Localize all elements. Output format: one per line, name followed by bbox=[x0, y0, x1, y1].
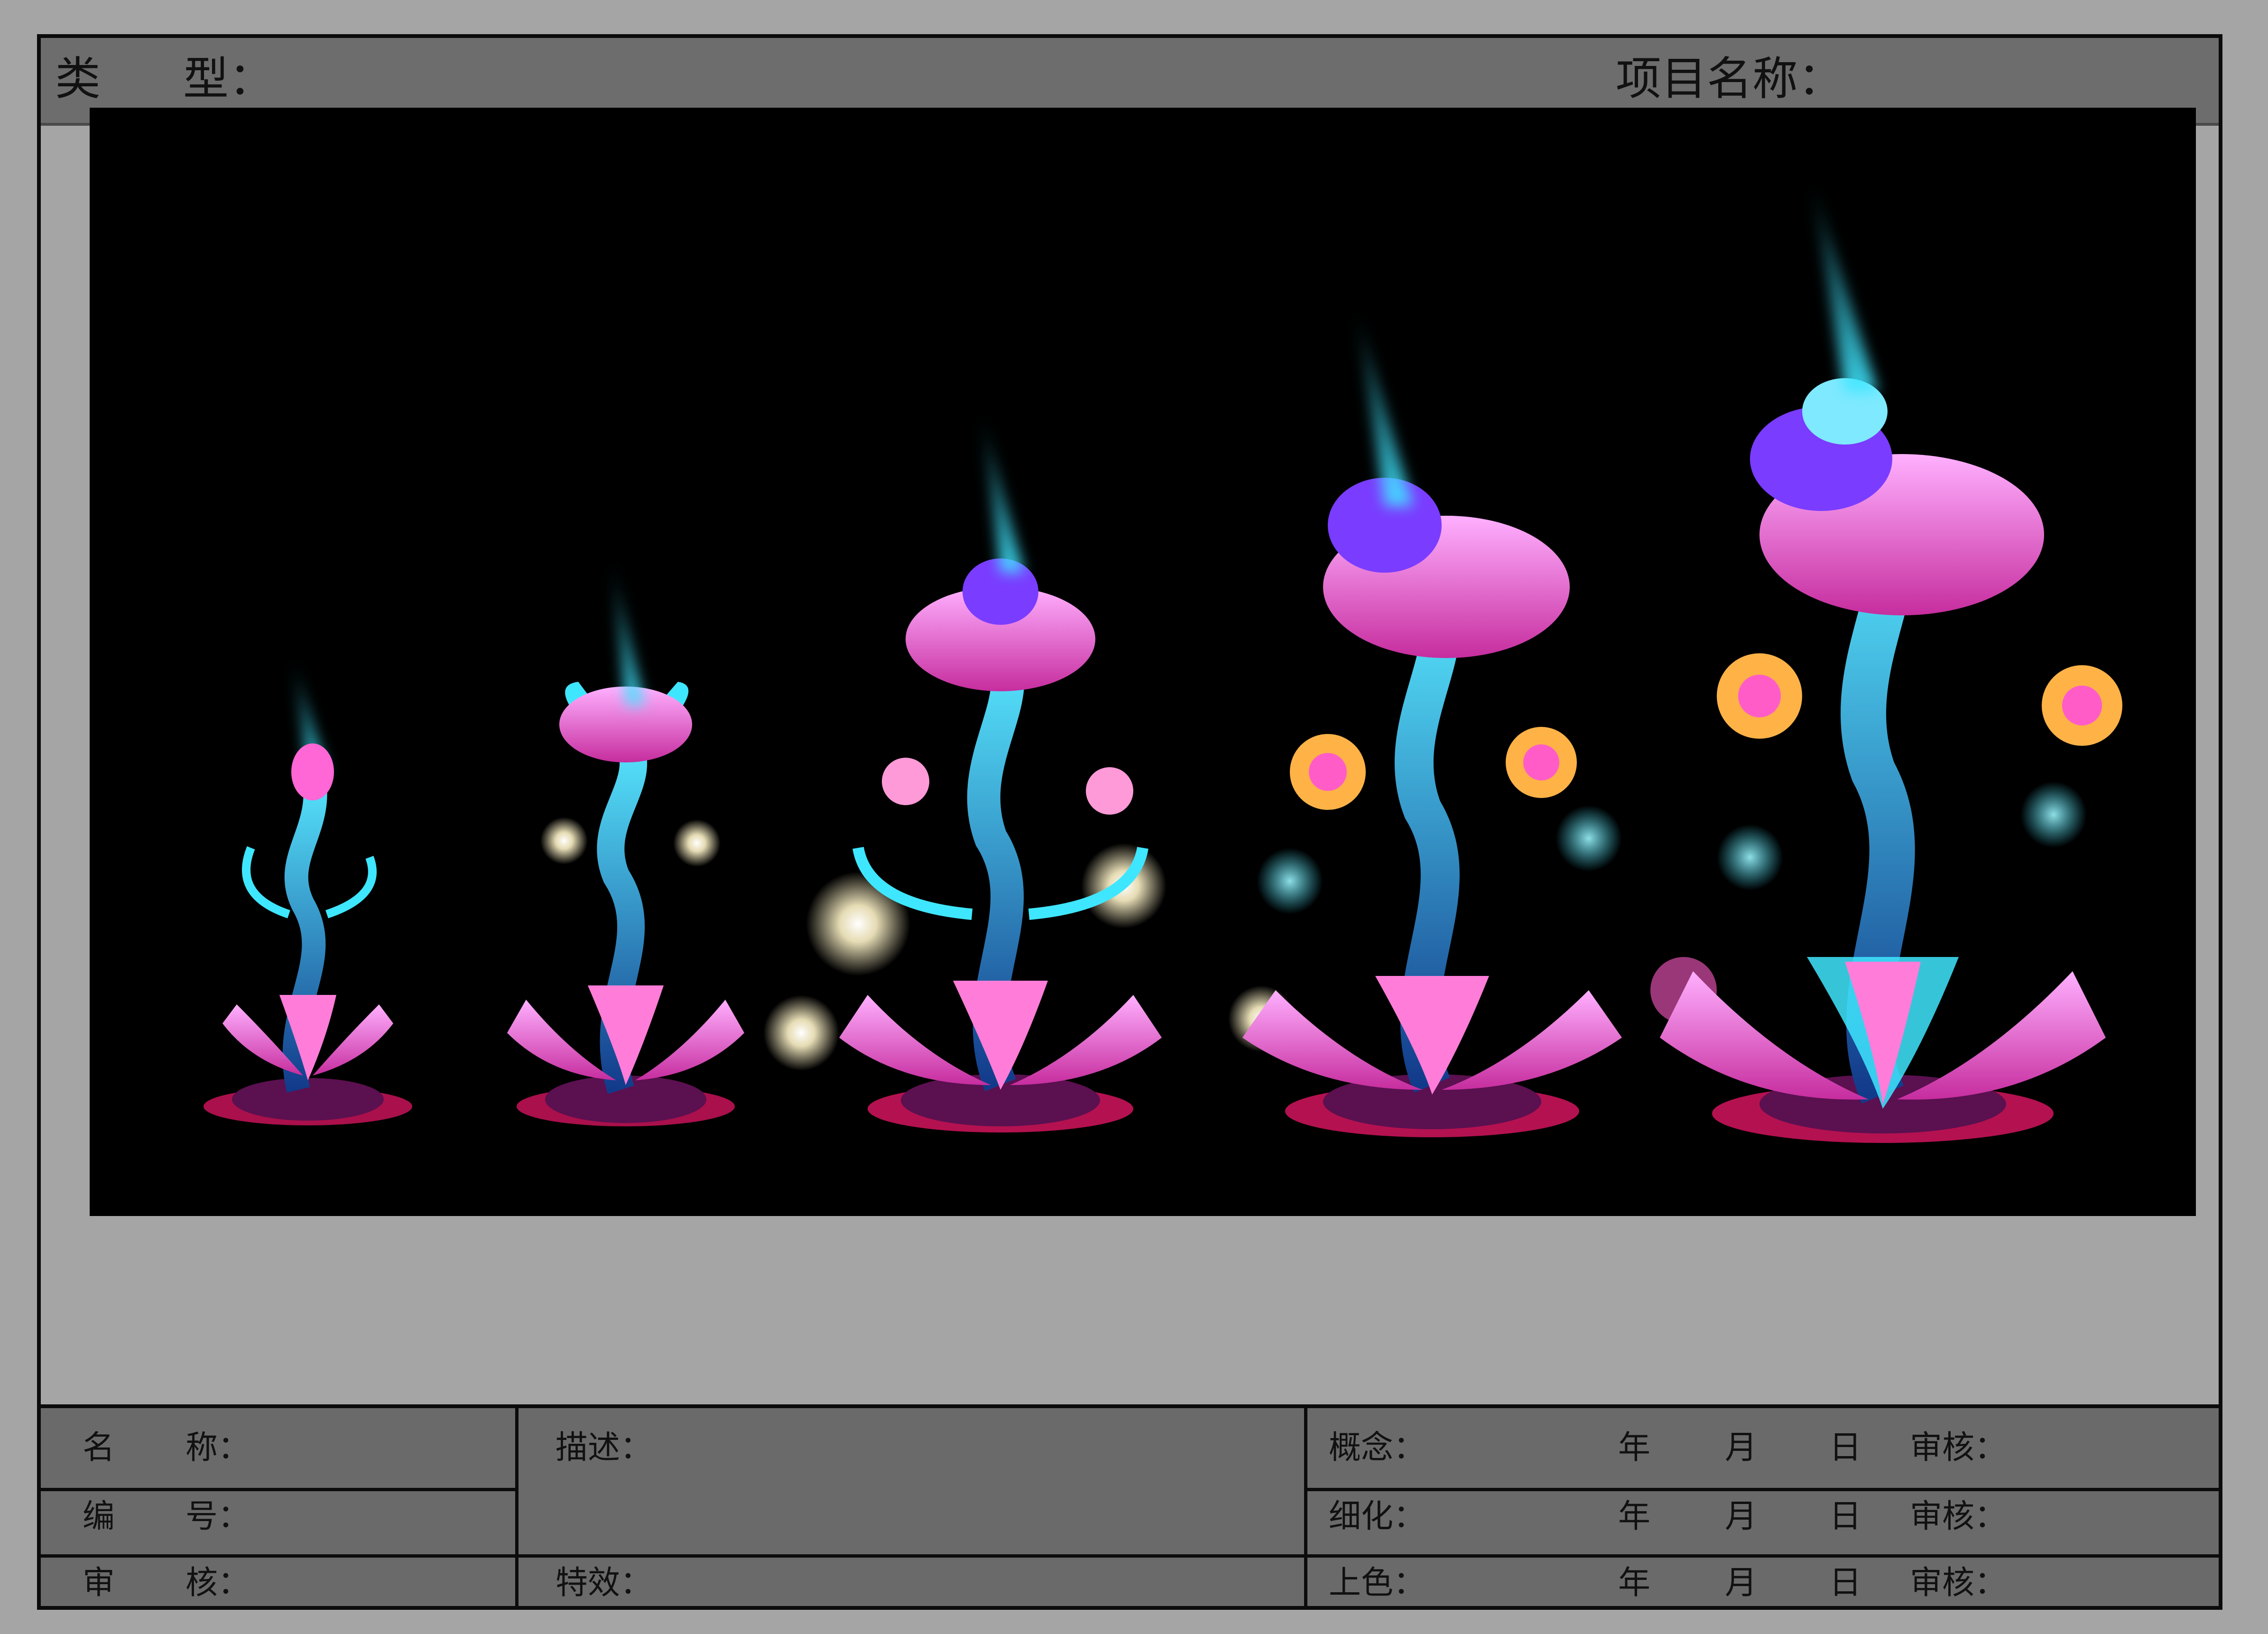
month-label: 月 bbox=[1725, 1429, 1758, 1467]
plant-stage-5 bbox=[1650, 179, 2122, 1143]
concept-artwork bbox=[90, 108, 2196, 1216]
day-label: 日 bbox=[1829, 1429, 1862, 1467]
review-label-a: 审 bbox=[83, 1564, 115, 1602]
year-label: 年 bbox=[1618, 1429, 1651, 1467]
day-label: 日 bbox=[1829, 1498, 1862, 1535]
footer-row-divider bbox=[1304, 1554, 2219, 1558]
stage-concept-label: 概念： bbox=[1329, 1429, 1426, 1467]
design-sheet: 类 型： 项目名称： 名 称： 编 号： 审 核： 描述： 特效： 概念： 年 … bbox=[37, 34, 2222, 1610]
plant-stage-4 bbox=[1228, 307, 1622, 1137]
name-label-a: 名 bbox=[83, 1429, 115, 1467]
stage-detail-label: 细化： bbox=[1329, 1498, 1426, 1535]
number-label-a: 编 bbox=[83, 1498, 115, 1535]
year-label: 年 bbox=[1618, 1564, 1651, 1602]
effects-label: 特效： bbox=[555, 1564, 653, 1602]
month-label: 月 bbox=[1725, 1564, 1758, 1602]
reviewer-label: 审核： bbox=[1910, 1564, 2007, 1602]
footer-row-divider bbox=[41, 1488, 515, 1491]
stage-coloring-label: 上色： bbox=[1329, 1564, 1426, 1602]
reviewer-label: 审核： bbox=[1910, 1429, 2007, 1467]
footer-row-divider bbox=[41, 1554, 515, 1558]
name-label-b: 称： bbox=[185, 1429, 250, 1467]
type-label: 类 bbox=[55, 52, 101, 105]
year-label: 年 bbox=[1618, 1498, 1651, 1535]
plant-growth-stages-illustration bbox=[204, 179, 2122, 1143]
plant-stage-1 bbox=[204, 658, 412, 1125]
footer-row-divider bbox=[1304, 1488, 2219, 1491]
footer-row-divider bbox=[515, 1554, 1307, 1558]
footer-divider bbox=[515, 1408, 518, 1606]
sheet-footer-table: 名 称： 编 号： 审 核： 描述： 特效： 概念： 年 月 日 审核： 细化：… bbox=[41, 1404, 2219, 1606]
project-name-label: 项目名称： bbox=[1616, 52, 1843, 105]
number-label-b: 号： bbox=[185, 1498, 250, 1535]
footer-divider bbox=[1304, 1408, 1307, 1606]
description-label: 描述： bbox=[555, 1429, 653, 1467]
day-label: 日 bbox=[1829, 1564, 1862, 1602]
type-label-suffix: 型： bbox=[183, 52, 274, 105]
review-label-b: 核： bbox=[185, 1564, 250, 1602]
plant-stage-2 bbox=[507, 558, 744, 1126]
month-label: 月 bbox=[1725, 1498, 1758, 1535]
plant-stage-3 bbox=[763, 411, 1166, 1133]
reviewer-label: 审核： bbox=[1910, 1498, 2007, 1535]
